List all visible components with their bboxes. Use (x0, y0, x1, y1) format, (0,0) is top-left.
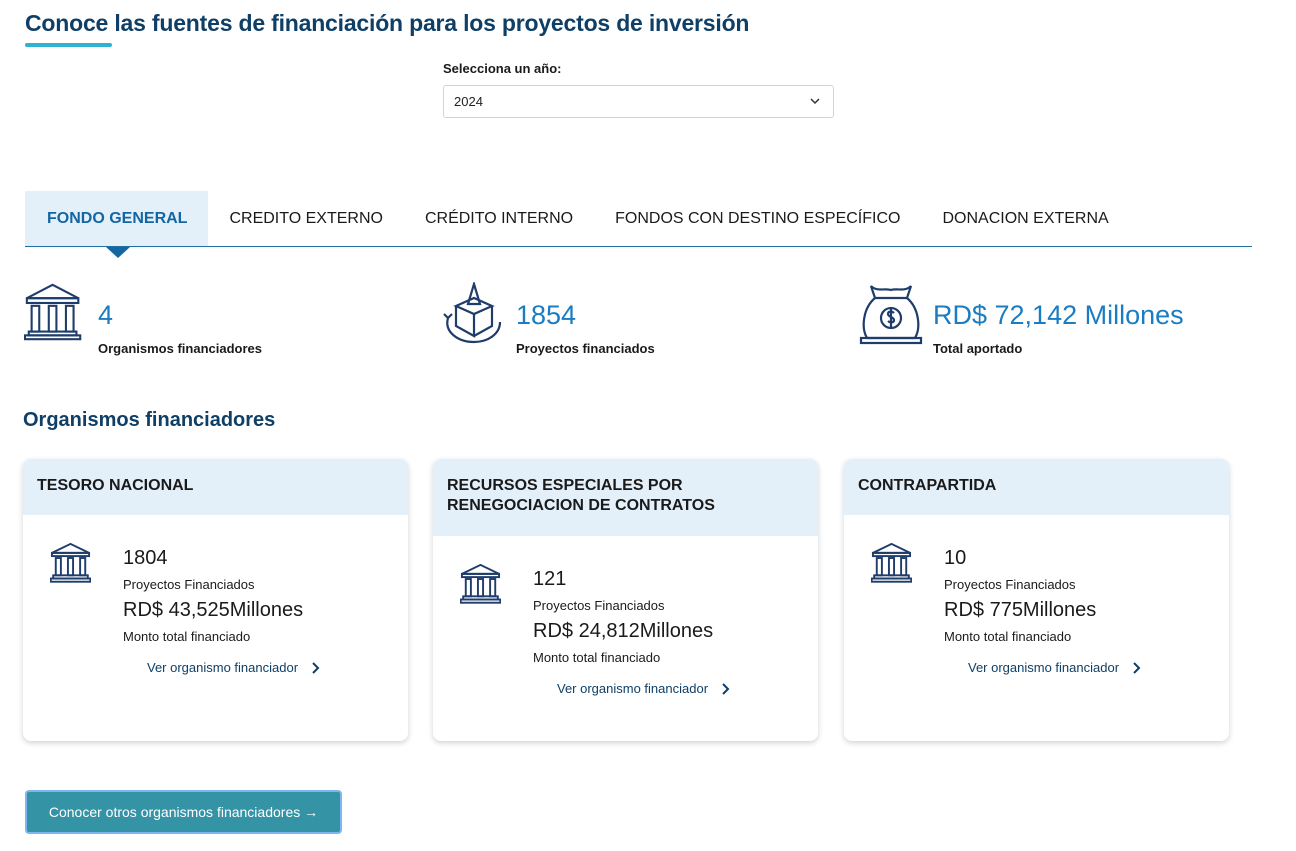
stat-proyectos-label: Proyectos financiados (516, 341, 655, 356)
card-amount: RD$ 43,525Millones (123, 599, 304, 621)
year-select[interactable]: 2024 (443, 85, 834, 118)
ver-organismo-link-text: Ver organismo financiador (147, 660, 299, 675)
page-title: Conoce las fuentes de financiación para … (25, 10, 750, 36)
card-projects-label: Proyectos Financiados (533, 598, 665, 613)
year-select-value: 2024 (454, 94, 483, 109)
ver-organismo-link-text: Ver organismo financiador (968, 660, 1120, 675)
funding-tabs: FONDO GENERAL CREDITO EXTERNO CRÉDITO IN… (25, 191, 1252, 247)
active-tab-pointer (106, 247, 130, 258)
tab-fondos-destino-especifico[interactable]: FONDOS CON DESTINO ESPECÍFICO (594, 191, 921, 246)
chevron-right-icon (1133, 661, 1141, 674)
card-projects-count: 121 (533, 568, 567, 590)
card-tesoro-nacional: TESORO NACIONAL 1804 Proyectos Financiad… (23, 459, 408, 741)
money-bag-icon (859, 285, 923, 345)
card-amount-label: Monto total financiado (944, 629, 1072, 644)
bank-icon (50, 542, 91, 583)
tab-fondo-general[interactable]: FONDO GENERAL (25, 191, 209, 246)
card-projects-count: 10 (944, 547, 967, 569)
stat-proyectos: 1854 Proyectos financiados (442, 282, 655, 356)
stat-total-label: Total aportado (933, 341, 1023, 356)
project-box-icon (443, 282, 502, 344)
card-contrapartida: CONTRAPARTIDA 10 Proyectos Financiados R… (844, 459, 1229, 741)
card-amount-label: Monto total financiado (123, 629, 251, 644)
card-amount-label: Monto total financiado (533, 650, 661, 665)
card-projects-count: 1804 (123, 547, 168, 569)
stat-organismos-label: Organismos financiadores (98, 341, 262, 356)
card-title: TESORO NACIONAL (23, 459, 408, 515)
stat-total: RD$ 72,142 Millones Total aportado (859, 282, 1184, 356)
card-title: CONTRAPARTIDA (844, 459, 1229, 515)
stat-organismos: 4 Organismos financiadores (24, 282, 262, 356)
ver-organismo-link[interactable]: Ver organismo financiador (557, 681, 730, 696)
card-amount: RD$ 775Millones (944, 599, 1097, 621)
chevron-right-icon (312, 661, 320, 674)
bank-icon (460, 563, 501, 604)
stat-proyectos-value: 1854 (516, 300, 577, 330)
card-projects-label: Proyectos Financiados (123, 577, 255, 592)
bank-icon (24, 283, 82, 341)
card-projects-label: Proyectos Financiados (944, 577, 1076, 592)
stat-organismos-value: 4 (98, 300, 114, 330)
card-recursos-especiales: RECURSOS ESPECIALES POR RENEGOCIACION DE… (433, 459, 818, 741)
chevron-right-icon (722, 682, 730, 695)
chevron-down-icon (810, 98, 820, 105)
tab-credito-interno[interactable]: CRÉDITO INTERNO (404, 191, 594, 246)
section-title: Organismos financiadores (23, 409, 276, 431)
ver-organismo-link[interactable]: Ver organismo financiador (968, 660, 1141, 675)
card-title: RECURSOS ESPECIALES POR RENEGOCIACION DE… (433, 459, 818, 536)
year-filter-label: Selecciona un año: (443, 61, 562, 76)
bank-icon (871, 542, 912, 583)
title-underline (25, 43, 112, 47)
tab-credito-externo[interactable]: CREDITO EXTERNO (208, 191, 404, 246)
tab-donacion-externa[interactable]: DONACION EXTERNA (921, 191, 1129, 246)
card-amount: RD$ 24,812Millones (533, 620, 714, 642)
ver-organismo-link-text: Ver organismo financiador (557, 681, 709, 696)
ver-organismo-link[interactable]: Ver organismo financiador (147, 660, 320, 675)
other-organisms-button[interactable]: Conocer otros organismos financiadores → (25, 790, 342, 834)
stat-total-value: RD$ 72,142 Millones (933, 300, 1184, 330)
